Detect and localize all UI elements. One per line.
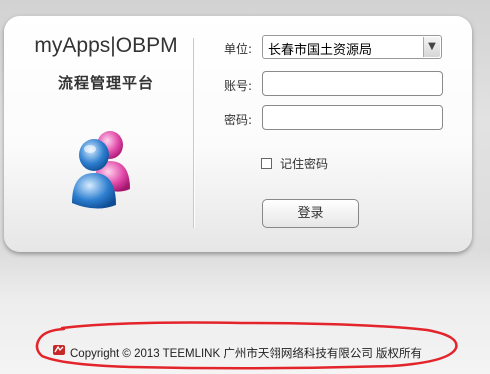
unit-select[interactable]: 长春市国土资源局 ▼ (262, 35, 442, 59)
remember-password-label: 记住密码 (280, 157, 329, 171)
account-label: 账号: (224, 79, 253, 93)
chevron-down-icon[interactable]: ▼ (423, 37, 440, 57)
copyright-text: Copyright © 2013 TEEMLINK 广州市天翎网络科技有限公司 … (70, 348, 423, 360)
panel-divider (193, 38, 194, 228)
password-label: 密码: (224, 113, 253, 127)
account-input[interactable] (262, 71, 443, 96)
app-title: myApps|OBPM (34, 34, 178, 57)
users-icon (72, 131, 130, 209)
app-subtitle: 流程管理平台 (57, 74, 154, 92)
company-logo-icon (53, 345, 65, 355)
unit-select-value: 长春市国土资源局 (268, 43, 373, 58)
remember-password-checkbox[interactable] (261, 158, 272, 169)
unit-label: 单位: (224, 42, 253, 56)
login-button[interactable]: 登录 (262, 199, 359, 228)
password-input[interactable] (262, 105, 443, 130)
